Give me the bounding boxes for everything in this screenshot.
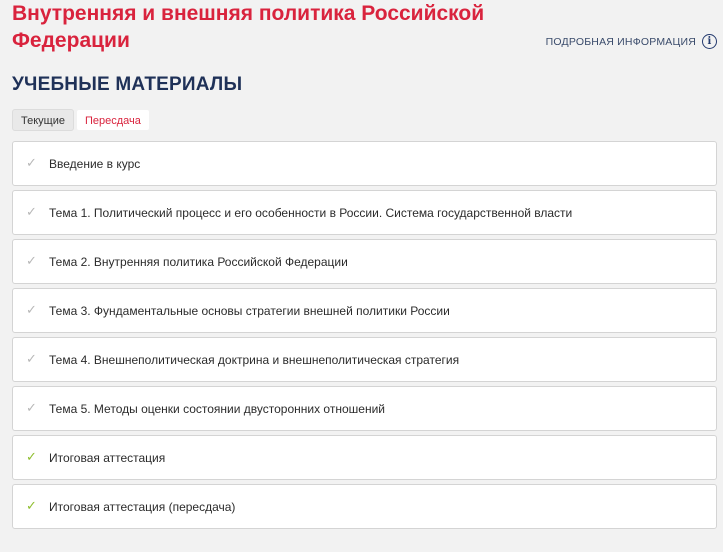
material-label: Тема 2. Внутренняя политика Российской Ф… — [49, 254, 348, 269]
materials-tabs: Текущие Пересдача — [12, 109, 150, 131]
material-label: Итоговая аттестация (пересдача) — [49, 499, 236, 514]
details-link-label: ПОДРОБНАЯ ИНФОРМАЦИЯ — [545, 35, 696, 48]
check-icon: ✓ — [26, 401, 37, 416]
materials-list: ✓ Введение в курс ✓ Тема 1. Политический… — [12, 141, 717, 533]
check-icon: ✓ — [26, 303, 37, 318]
tab-current[interactable]: Текущие — [12, 109, 74, 131]
check-icon: ✓ — [26, 205, 37, 220]
material-label: Тема 4. Внешнеполитическая доктрина и вн… — [49, 352, 460, 367]
check-icon: ✓ — [26, 156, 37, 171]
material-label: Введение в курс — [49, 156, 141, 171]
info-icon[interactable]: i — [702, 34, 717, 49]
check-icon: ✓ — [26, 499, 37, 514]
material-item-final-exam[interactable]: ✓ Итоговая аттестация — [12, 435, 717, 480]
check-icon: ✓ — [26, 254, 37, 269]
material-item-topic-5[interactable]: ✓ Тема 5. Методы оценки состоянии двусто… — [12, 386, 717, 431]
material-label: Тема 3. Фундаментальные основы стратегии… — [49, 303, 450, 318]
check-icon: ✓ — [26, 450, 37, 465]
material-label: Итоговая аттестация — [49, 450, 166, 465]
material-item-topic-3[interactable]: ✓ Тема 3. Фундаментальные основы стратег… — [12, 288, 717, 333]
course-title: Внутренняя и внешняя политика Российской… — [12, 2, 485, 52]
material-item-topic-2[interactable]: ✓ Тема 2. Внутренняя политика Российской… — [12, 239, 717, 284]
section-title: УЧЕБНЫЕ МАТЕРИАЛЫ — [12, 74, 243, 95]
material-item-intro[interactable]: ✓ Введение в курс — [12, 141, 717, 186]
tab-retake[interactable]: Пересдача — [75, 109, 150, 131]
material-item-topic-4[interactable]: ✓ Тема 4. Внешнеполитическая доктрина и … — [12, 337, 717, 382]
material-item-final-exam-retake[interactable]: ✓ Итоговая аттестация (пересдача) — [12, 484, 717, 529]
check-icon: ✓ — [26, 352, 37, 367]
material-label: Тема 5. Методы оценки состоянии двусторо… — [49, 401, 385, 416]
details-link[interactable]: ПОДРОБНАЯ ИНФОРМАЦИЯ i — [546, 34, 717, 49]
material-label: Тема 1. Политический процесс и его особе… — [49, 205, 573, 220]
material-item-topic-1[interactable]: ✓ Тема 1. Политический процесс и его осо… — [12, 190, 717, 235]
